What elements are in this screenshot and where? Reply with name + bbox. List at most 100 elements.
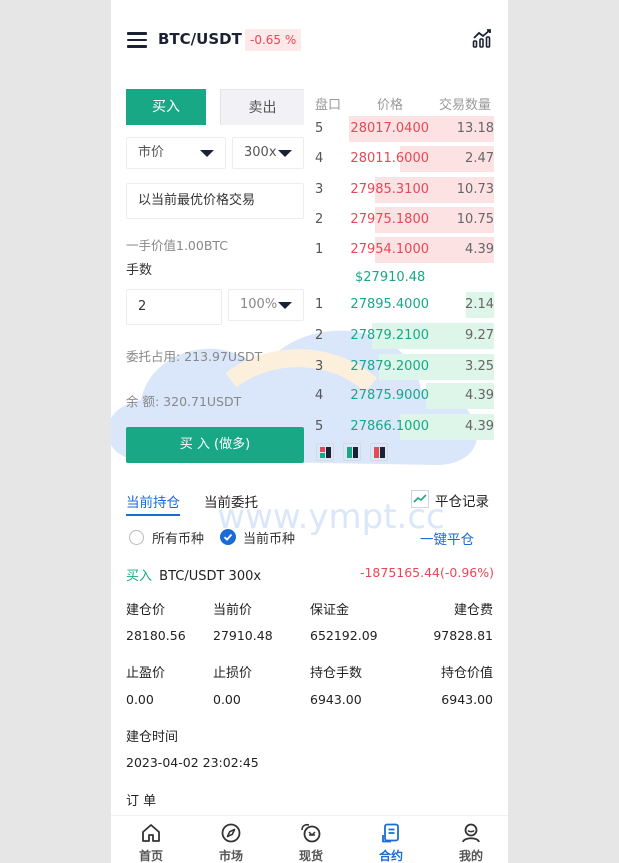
filter-current-label[interactable]: 当前币种 — [243, 528, 295, 547]
ob-qty: 10.75 — [456, 212, 494, 227]
margin-used: 委托占用: 213.97USDT — [126, 349, 263, 364]
nav-home[interactable]: 首页 — [111, 816, 191, 863]
compass-icon — [221, 823, 241, 843]
ask-row[interactable]: 5 28017.0400 13.18 — [314, 116, 494, 142]
position-pnl: -1875165.44(-0.96%) — [359, 565, 494, 580]
tab-current-orders[interactable]: 当前委托 — [204, 491, 258, 511]
lots-input[interactable]: 2 — [126, 289, 222, 325]
last-price: $27910.48 — [355, 270, 426, 285]
nav-spot[interactable]: 现货 — [271, 816, 351, 863]
tab-current-positions[interactable]: 当前持仓 — [126, 491, 180, 516]
order-type-value: 市价 — [138, 145, 165, 160]
ob-level: 2 — [315, 328, 324, 343]
position-side: 买入 — [126, 569, 153, 584]
ob-price: 27895.4000 — [350, 297, 429, 312]
ob-price: 27875.9000 — [350, 388, 429, 403]
close-history-link[interactable]: 平仓记录 — [435, 490, 489, 510]
bid-row[interactable]: 3 27879.2000 3.25 — [314, 354, 494, 380]
order-label: 订 单 — [126, 794, 157, 809]
ob-price: 27975.1800 — [350, 212, 429, 227]
bid-row[interactable]: 4 27875.9000 4.39 — [314, 383, 494, 409]
ob-qty: 2.47 — [465, 151, 494, 166]
bid-row[interactable]: 5 27866.1000 4.39 — [314, 414, 494, 440]
view-asks-icon[interactable] — [370, 443, 388, 461]
bid-row[interactable]: 1 27895.4000 2.14 — [314, 292, 494, 318]
ob-price: 27879.2000 — [350, 359, 429, 374]
radio-all-symbols[interactable] — [129, 530, 144, 545]
ob-level: 1 — [315, 297, 324, 312]
ob-price: 27866.1000 — [350, 419, 429, 434]
ask-row[interactable]: 4 28011.6000 2.47 — [314, 146, 494, 172]
filter-all-label[interactable]: 所有币种 — [152, 528, 204, 547]
trend-icon[interactable] — [411, 490, 429, 508]
ob-price: 27954.1000 — [350, 242, 429, 257]
tab-sell[interactable]: 卖出 — [221, 89, 304, 125]
position-value: 6943.00 — [441, 692, 493, 707]
nav-market[interactable]: 市场 — [191, 816, 271, 863]
nav-contract[interactable]: 合约 — [351, 816, 431, 863]
chart-icon[interactable] — [471, 27, 493, 49]
ob-level: 5 — [315, 121, 324, 136]
nav-mine[interactable]: 我的 — [431, 816, 508, 863]
price-field[interactable]: 以当前最优价格交易 — [126, 183, 304, 219]
sl-value: 0.00 — [213, 692, 241, 707]
chevron-down-icon — [200, 150, 214, 157]
percent-value: 100% — [240, 297, 278, 312]
lots-held-label: 持仓手数 — [310, 666, 363, 681]
ask-row[interactable]: 3 27985.3100 10.73 — [314, 177, 494, 203]
view-both-icon[interactable] — [316, 443, 334, 461]
ob-level: 1 — [315, 242, 324, 257]
ob-price: 28011.6000 — [350, 151, 429, 166]
bottom-nav: 首页 市场 现货 合约 我的 — [111, 815, 508, 863]
ob-level: 3 — [315, 359, 324, 374]
nav-market-label: 市场 — [218, 849, 243, 863]
current-price-label: 当前价 — [213, 603, 253, 618]
tp-label: 止盈价 — [126, 666, 166, 681]
ask-row[interactable]: 2 27975.1800 10.75 — [314, 207, 494, 233]
leverage-value: 300x — [244, 145, 277, 160]
nav-spot-label: 现货 — [298, 849, 323, 863]
bid-row[interactable]: 2 27879.2100 9.27 — [314, 323, 494, 349]
ob-qty: 4.39 — [465, 388, 494, 403]
ob-price: 27879.2100 — [350, 328, 429, 343]
user-icon — [462, 823, 480, 843]
nav-contract-label: 合约 — [378, 849, 403, 863]
open-price-label: 建仓价 — [126, 603, 166, 618]
lots-held-value: 6943.00 — [310, 692, 362, 707]
ob-level: 4 — [315, 151, 324, 166]
menu-icon[interactable] — [127, 32, 147, 48]
ob-level: 5 — [315, 419, 324, 434]
sl-label: 止损价 — [213, 666, 253, 681]
ob-header-qty: 交易数量 — [439, 98, 492, 113]
order-type-select[interactable]: 市价 — [126, 137, 226, 169]
position-title: 买入 BTC/USDT 300x — [126, 565, 261, 584]
tp-value: 0.00 — [126, 692, 154, 707]
ob-level: 3 — [315, 182, 324, 197]
lots-label: 手数 — [126, 263, 153, 278]
price-hint: 以当前最优价格交易 — [138, 193, 256, 208]
ob-header-level: 盘口 — [315, 98, 342, 113]
ob-header-price: 价格 — [377, 98, 404, 113]
current-price: 27910.48 — [213, 628, 273, 643]
chevron-down-icon — [278, 150, 292, 157]
margin-value: 652192.09 — [310, 628, 378, 643]
lot-value: 一手价值1.00BTC — [126, 238, 229, 253]
home-icon — [142, 824, 160, 842]
ask-row[interactable]: 1 27954.1000 4.39 — [314, 237, 494, 263]
pair-title[interactable]: BTC/USDT — [158, 30, 242, 48]
open-time: 2023-04-02 23:02:45 — [126, 755, 259, 770]
buy-long-button[interactable]: 买 入 (做多) — [126, 427, 304, 463]
tab-buy[interactable]: 买入 — [126, 89, 206, 125]
ob-level: 4 — [315, 388, 324, 403]
percent-select[interactable]: 100% — [228, 289, 304, 321]
close-all-button[interactable]: 一键平仓 — [420, 528, 474, 548]
view-bids-icon[interactable] — [343, 443, 361, 461]
ob-qty: 4.39 — [465, 419, 494, 434]
radio-current-symbol[interactable] — [220, 529, 236, 545]
ob-price: 28017.0400 — [350, 121, 429, 136]
leverage-select[interactable]: 300x — [232, 137, 304, 169]
open-price: 28180.56 — [126, 628, 186, 643]
fee-value: 97828.81 — [433, 628, 493, 643]
fee-label: 建仓费 — [453, 603, 493, 618]
position-symbol: BTC/USDT 300x — [159, 569, 262, 584]
